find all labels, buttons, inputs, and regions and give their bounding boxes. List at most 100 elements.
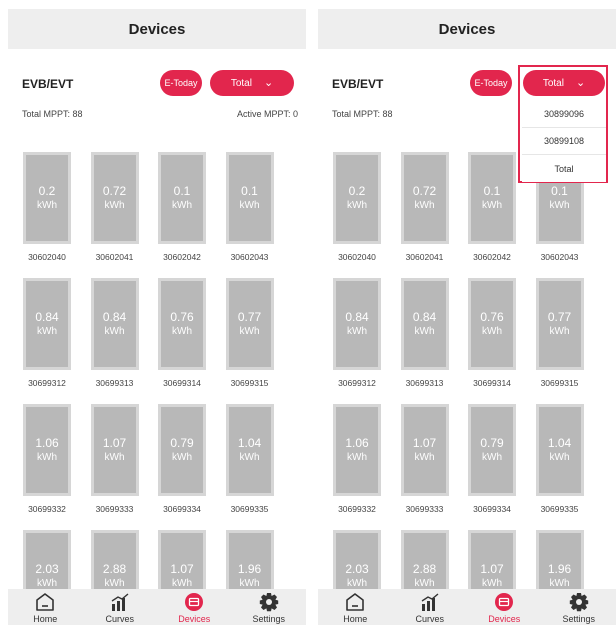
home-icon: [343, 591, 367, 613]
device-card[interactable]: 0.79 kWh 30699334: [465, 404, 533, 530]
device-card[interactable]: 0.84 kWh 30699313: [88, 278, 156, 404]
device-energy-tile[interactable]: 0.1 kWh: [225, 152, 274, 244]
device-card[interactable]: 0.79 kWh 30699334: [155, 404, 223, 530]
device-energy-tile[interactable]: 0.72 kWh: [400, 152, 449, 244]
device-serial: 30699334: [163, 504, 201, 514]
device-serial: 30699315: [540, 378, 579, 388]
device-serial: 30699312: [338, 378, 376, 388]
device-card[interactable]: 0.77 kWh 30699315: [223, 278, 291, 404]
curves-icon: [418, 591, 442, 613]
device-grid: 0.2 kWh 30602040 0.72 kWh 30602041 0.1 kWh 30602…: [330, 152, 606, 625]
device-serial: 30699312: [28, 378, 66, 388]
device-card[interactable]: 0.72 kWh 30602041: [88, 152, 156, 278]
device-card[interactable]: 0.84 kWh 30699312: [20, 278, 88, 404]
energy-unit: kWh: [172, 326, 192, 337]
device-energy-tile[interactable]: 0.84 kWh: [23, 278, 71, 370]
device-card[interactable]: 0.77 kWh 30699315: [533, 278, 601, 404]
device-energy-tile[interactable]: 0.77 kWh: [225, 278, 274, 370]
e-today-button[interactable]: E-Today: [470, 70, 512, 96]
energy-value: 0.77: [237, 310, 262, 324]
energy-value: 0.84: [412, 310, 437, 324]
device-energy-tile[interactable]: 0.76 kWh: [468, 278, 516, 370]
device-energy-tile[interactable]: 1.07 kWh: [400, 404, 449, 496]
nav-item-curves[interactable]: Curves: [393, 589, 468, 625]
energy-unit: kWh: [239, 452, 260, 463]
device-card[interactable]: 0.76 kWh 30699314: [155, 278, 223, 404]
app-header: Devices: [318, 9, 616, 49]
dropdown-option[interactable]: Total: [522, 155, 606, 182]
device-card[interactable]: 0.2 kWh 30602040: [330, 152, 398, 278]
nav-label: Devices: [488, 614, 521, 624]
energy-value: 0.77: [547, 310, 572, 324]
device-card[interactable]: 1.07 kWh 30699333: [88, 404, 156, 530]
energy-unit: kWh: [347, 452, 367, 463]
device-energy-tile[interactable]: 0.79 kWh: [158, 404, 206, 496]
device-energy-tile[interactable]: 0.84 kWh: [333, 278, 381, 370]
device-card[interactable]: 0.1 kWh 30602042: [155, 152, 223, 278]
device-energy-tile[interactable]: 1.06 kWh: [333, 404, 381, 496]
nav-item-devices[interactable]: Devices: [157, 589, 232, 625]
energy-value: 0.1: [483, 184, 501, 198]
device-card[interactable]: 0.1 kWh 30602043: [223, 152, 291, 278]
dropdown-option[interactable]: 30899096: [522, 101, 606, 128]
device-card[interactable]: 0.76 kWh 30699314: [465, 278, 533, 404]
total-dropdown-label: Total: [230, 77, 252, 89]
devices-screen-right: Devices EVB/EVT E-Today Total MPPT: 88 0…: [318, 9, 616, 625]
energy-unit: kWh: [104, 452, 125, 463]
nav-label: Home: [33, 614, 58, 624]
nav-item-home[interactable]: Home: [318, 589, 393, 625]
device-serial: 30602042: [473, 252, 511, 262]
energy-unit: kWh: [239, 326, 260, 337]
energy-value: 1.04: [547, 436, 572, 450]
total-dropdown-button[interactable]: Total ⌄: [523, 70, 605, 96]
device-energy-tile[interactable]: 0.84 kWh: [400, 278, 449, 370]
settings-icon: [567, 591, 591, 613]
energy-unit: kWh: [347, 200, 367, 211]
device-card[interactable]: 0.2 kWh 30602040: [20, 152, 88, 278]
device-serial: 30699333: [95, 504, 134, 514]
energy-unit: kWh: [549, 452, 570, 463]
controls-bar: EVB/EVT E-Today Total ⌄: [8, 70, 306, 98]
energy-value: 1.06: [345, 436, 369, 450]
device-energy-tile[interactable]: 0.76 kWh: [158, 278, 206, 370]
device-card[interactable]: 0.84 kWh 30699312: [330, 278, 398, 404]
e-today-label: E-Today: [164, 78, 198, 88]
dropdown-option[interactable]: 30899108: [522, 128, 606, 155]
device-energy-tile[interactable]: 0.1 kWh: [158, 152, 206, 244]
energy-value: 2.88: [412, 562, 437, 576]
chevron-down-icon: ⌄: [575, 76, 586, 89]
device-energy-tile[interactable]: 0.84 kWh: [90, 278, 139, 370]
device-energy-tile[interactable]: 0.77 kWh: [535, 278, 584, 370]
nav-item-devices[interactable]: Devices: [467, 589, 542, 625]
device-serial: 30699334: [473, 504, 511, 514]
device-energy-tile[interactable]: 1.07 kWh: [90, 404, 139, 496]
device-energy-tile[interactable]: 0.79 kWh: [468, 404, 516, 496]
device-card[interactable]: 0.84 kWh 30699313: [398, 278, 466, 404]
device-serial: 30602042: [163, 252, 201, 262]
chevron-down-icon: ⌄: [263, 76, 274, 89]
energy-value: 0.1: [173, 184, 191, 198]
device-energy-tile[interactable]: 0.1 kWh: [468, 152, 516, 244]
device-card[interactable]: 0.72 kWh 30602041: [398, 152, 466, 278]
total-dropdown-button[interactable]: Total ⌄: [210, 70, 294, 96]
nav-item-settings[interactable]: Settings: [542, 589, 616, 625]
device-card[interactable]: 1.06 kWh 30699332: [20, 404, 88, 530]
e-today-button[interactable]: E-Today: [160, 70, 202, 96]
device-card[interactable]: 1.07 kWh 30699333: [398, 404, 466, 530]
device-energy-tile[interactable]: 0.2 kWh: [23, 152, 71, 244]
devices-icon: [492, 591, 516, 613]
energy-unit: kWh: [37, 452, 57, 463]
device-energy-tile[interactable]: 0.2 kWh: [333, 152, 381, 244]
device-energy-tile[interactable]: 1.04 kWh: [225, 404, 274, 496]
device-energy-tile[interactable]: 1.06 kWh: [23, 404, 71, 496]
device-card[interactable]: 1.06 kWh 30699332: [330, 404, 398, 530]
energy-unit: kWh: [37, 200, 57, 211]
device-energy-tile[interactable]: 1.04 kWh: [535, 404, 584, 496]
device-energy-tile[interactable]: 0.72 kWh: [90, 152, 139, 244]
device-card[interactable]: 1.04 kWh 30699335: [223, 404, 291, 530]
nav-item-home[interactable]: Home: [8, 589, 83, 625]
nav-item-settings[interactable]: Settings: [232, 589, 307, 625]
device-card[interactable]: 1.04 kWh 30699335: [533, 404, 601, 530]
device-type-label: EVB/EVT: [22, 77, 74, 91]
nav-item-curves[interactable]: Curves: [83, 589, 158, 625]
